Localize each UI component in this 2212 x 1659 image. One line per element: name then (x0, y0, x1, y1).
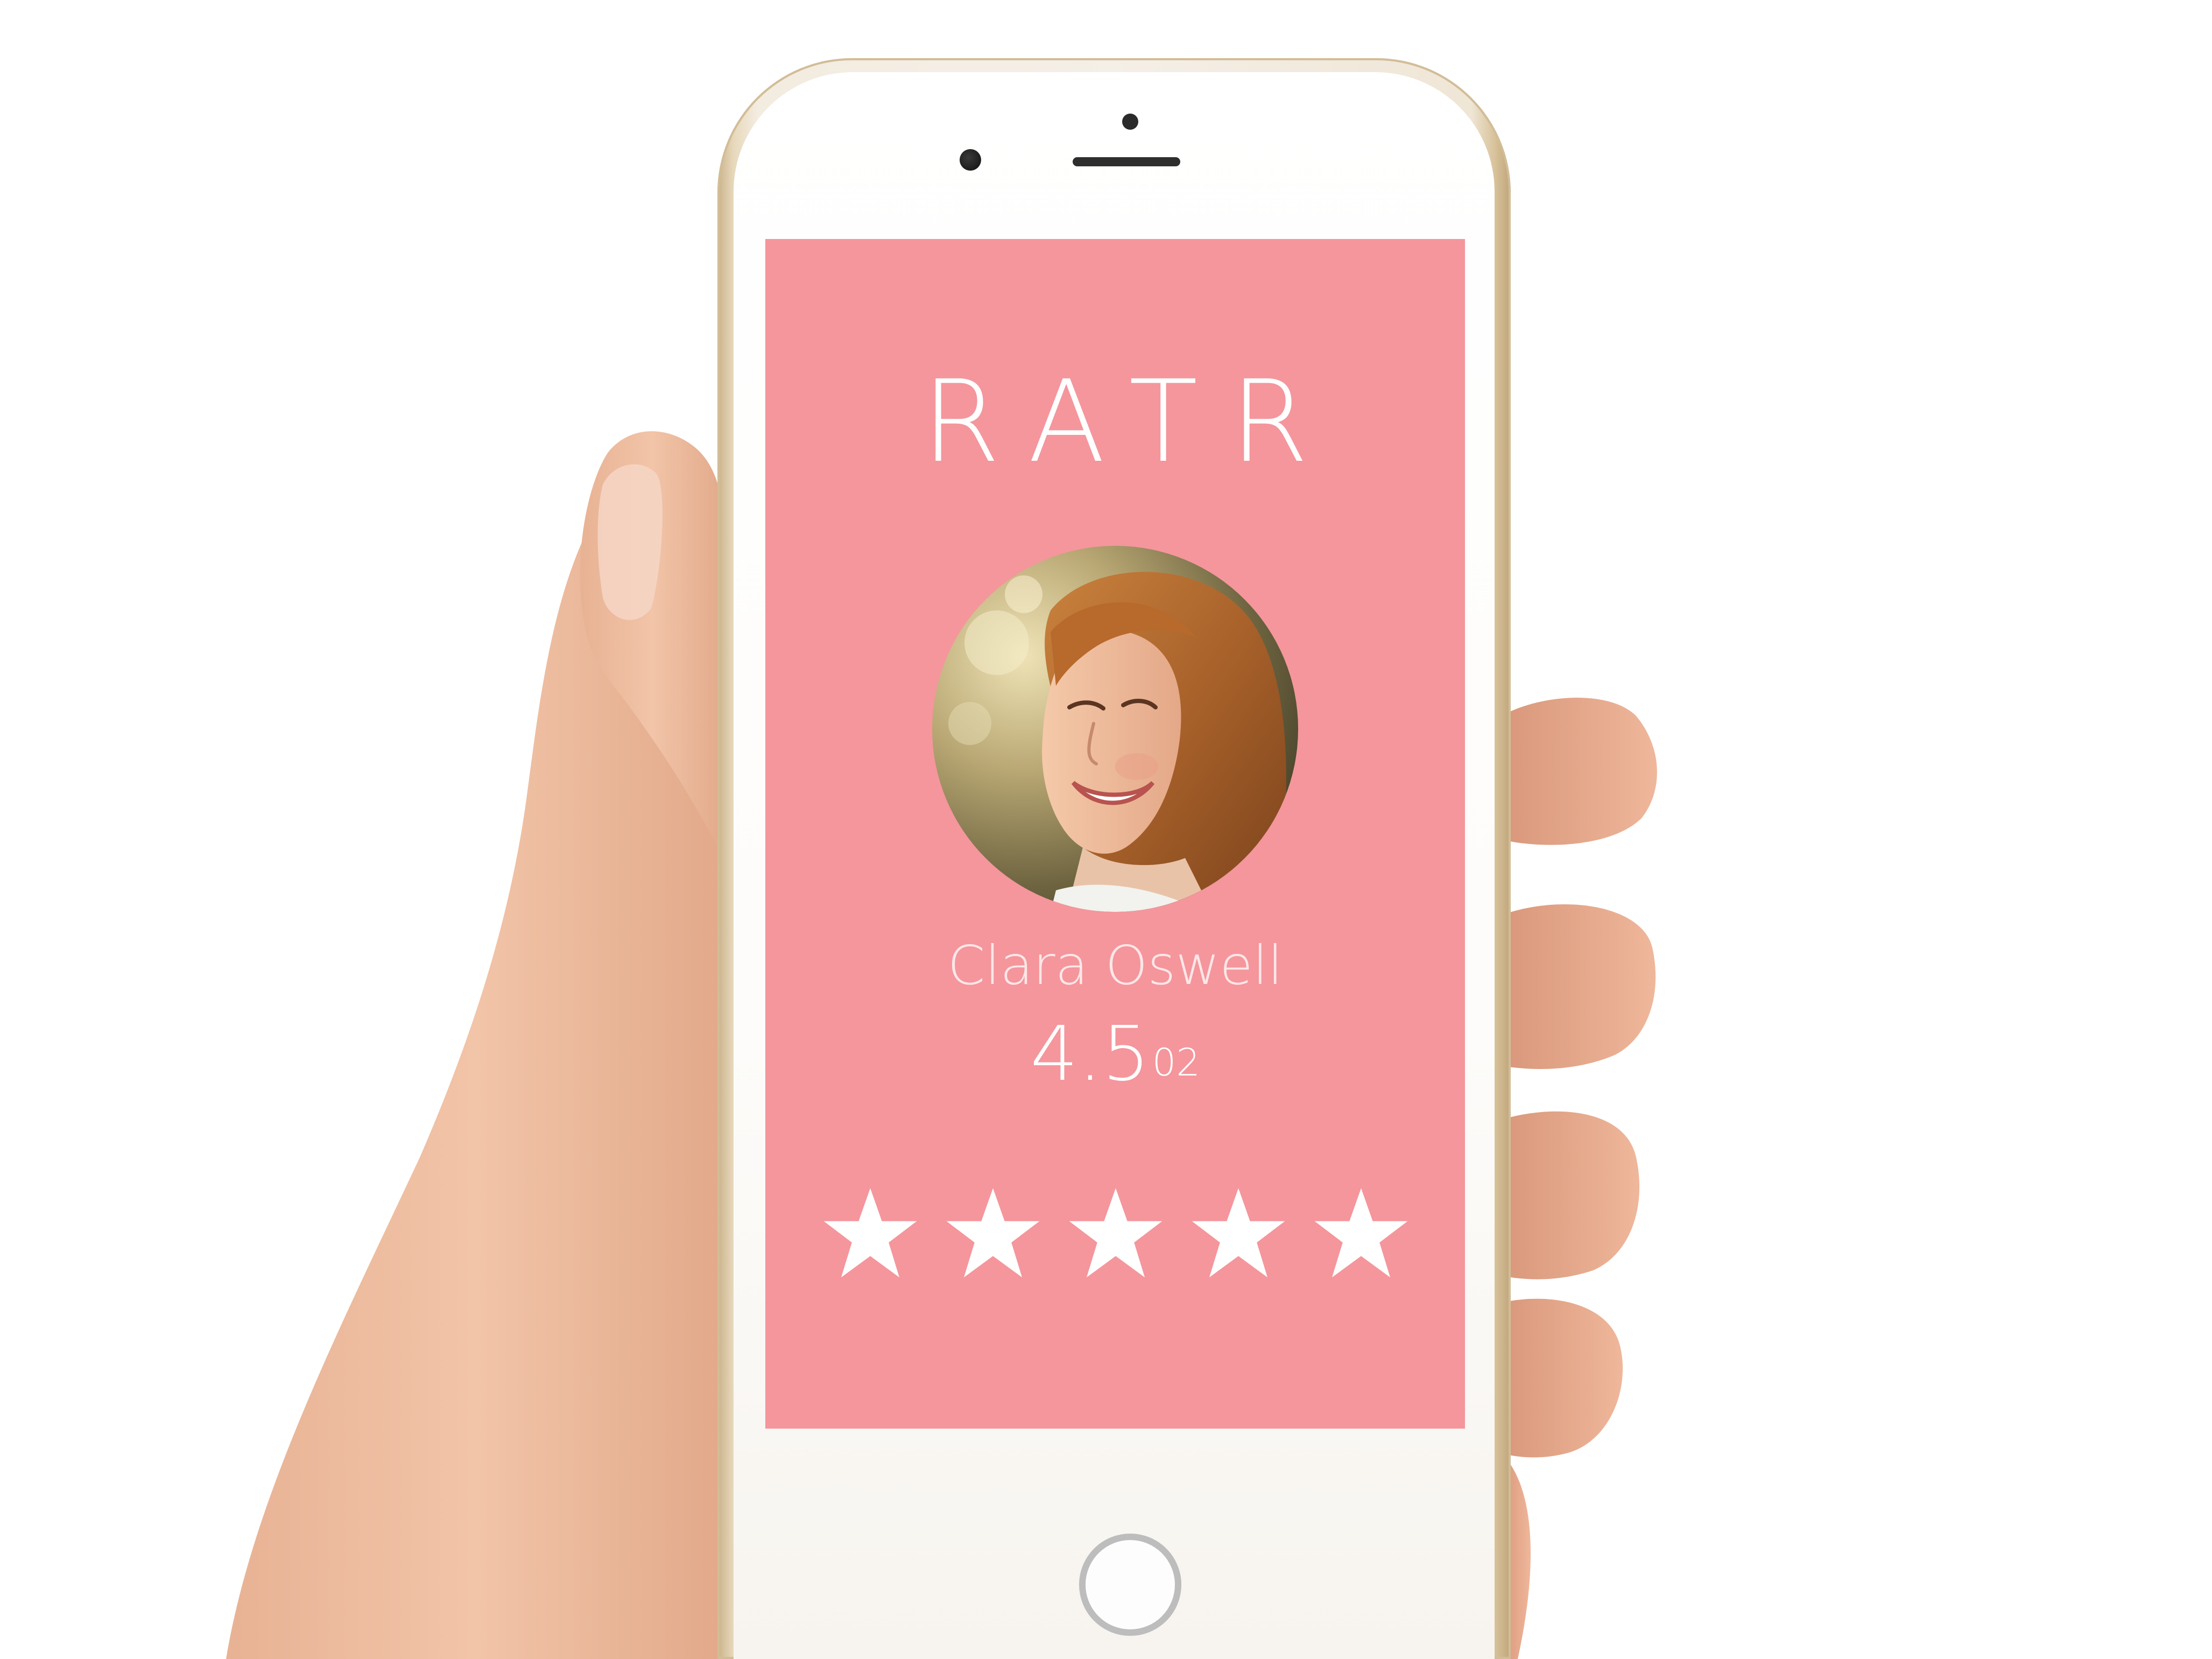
star-rating-input[interactable] (821, 1185, 1413, 1288)
home-button[interactable] (1079, 1534, 1181, 1636)
avatar-photo (932, 546, 1298, 912)
app-title: RATR (921, 356, 1341, 488)
proximity-sensor (1122, 114, 1138, 130)
avatar[interactable] (932, 546, 1298, 912)
app-screen: RATR Clara Oswell 4.502 (765, 239, 1465, 1429)
star-icon[interactable] (943, 1185, 1042, 1282)
star-icon[interactable] (821, 1185, 920, 1282)
front-camera (960, 149, 981, 171)
scene: RATR Clara Oswell 4.502 (0, 0, 2212, 1659)
rating-summary: 4.502 (765, 1014, 1465, 1095)
rating-value: 4.5 (1030, 1010, 1150, 1098)
earpiece-speaker (1073, 157, 1180, 166)
star-icon[interactable] (1312, 1185, 1411, 1282)
star-icon[interactable] (1189, 1185, 1288, 1282)
star-icon[interactable] (1066, 1185, 1165, 1282)
user-name: Clara Oswell (947, 934, 1283, 997)
rating-count: 02 (1152, 1041, 1200, 1085)
